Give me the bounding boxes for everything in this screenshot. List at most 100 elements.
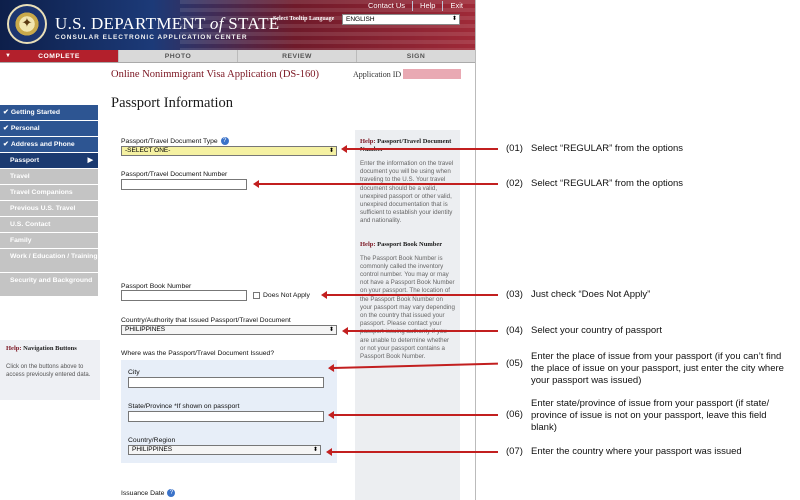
select-arrows-icon: ⬍ — [328, 327, 334, 333]
application-bar: Online Nonimmigrant Visa Application (DS… — [100, 64, 475, 84]
sidebar-item-label: Passport — [10, 157, 40, 164]
annotation-number-02: (02) — [506, 178, 523, 189]
country-label: Country/Authority that Issued Passport/T… — [121, 317, 291, 324]
sidebar-item-label: Security and Background — [10, 277, 93, 284]
annotation-arrow-02 — [253, 180, 498, 187]
does-not-apply-checkbox[interactable] — [253, 292, 260, 299]
book-number-label: Passport Book Number — [121, 283, 192, 290]
title-part1: U.S. DEPARTMENT — [55, 14, 210, 33]
sidebar-item-label: U.S. Contact — [10, 221, 51, 228]
eagle-icon: ✦ — [21, 15, 33, 30]
help-prefix: Help: — [360, 240, 376, 248]
progress-tabs: COMPLETE PHOTO REVIEW SIGN — [0, 50, 475, 63]
page-title: Passport Information — [111, 95, 234, 111]
select-arrows-icon: ⬍ — [328, 148, 334, 154]
annotation-arrow-03 — [321, 291, 498, 298]
doc-type-select[interactable]: -SELECT ONE- ⬍ — [121, 146, 337, 156]
select-arrows-icon: ⬍ — [312, 447, 318, 453]
annotation-text-06: Enter state/province of issue from your … — [531, 398, 770, 433]
annotation-arrow-07 — [326, 448, 498, 455]
doc-type-label-text: Passport/Travel Document Type — [121, 138, 218, 145]
language-select[interactable]: ENGLISH ⬍ — [342, 14, 460, 25]
sidebar-item-travel[interactable]: Travel — [0, 169, 98, 185]
department-subtitle: CONSULAR ELECTRONIC APPLICATION CENTER — [55, 34, 248, 41]
exit-link[interactable]: Exit — [442, 1, 470, 11]
sidebar-item-getting-started[interactable]: ✔ Getting Started — [0, 105, 98, 121]
sidebar-item-security[interactable]: Security and Background — [0, 273, 98, 297]
annotation-arrow-04 — [342, 327, 498, 334]
help-prefix: Help: — [360, 138, 376, 145]
region-value: PHILIPPINES — [132, 446, 173, 453]
sidebar-item-label: Address and Phone — [10, 141, 75, 148]
help-icon[interactable]: ? — [220, 137, 229, 145]
issuance-date-label: Issuance Date? — [121, 489, 176, 497]
help-title-book-number: Help: Passport Book Number — [360, 241, 455, 249]
site-header: ✦ U.S. DEPARTMENT of STATE CONSULAR ELEC… — [0, 0, 475, 50]
region-label: Country/Region — [128, 437, 176, 444]
tab-review[interactable]: REVIEW — [238, 50, 357, 62]
annotation-arrow-01 — [341, 145, 498, 152]
application-id-label: Application ID — [353, 70, 402, 79]
sidebar-item-label: Travel Companions — [10, 189, 73, 196]
application-title: Online Nonimmigrant Visa Application (DS… — [111, 69, 319, 80]
help-panel: Help: Passport/Travel Document Number En… — [355, 130, 460, 500]
tab-sign[interactable]: SIGN — [357, 50, 475, 62]
help-title-text: Navigation Buttons — [23, 345, 77, 352]
help-text-book-number: The Passport Book Number is commonly cal… — [360, 254, 455, 361]
doc-type-label: Passport/Travel Document Type? — [121, 137, 229, 145]
book-number-input[interactable] — [121, 290, 247, 301]
help-prefix: Help: — [6, 345, 22, 352]
annotation-number-05: (05) — [506, 358, 523, 369]
contact-us-link[interactable]: Contact Us — [361, 1, 412, 11]
sidebar-item-label: Previous U.S. Travel — [10, 205, 76, 212]
chevron-right-icon: ▶ — [87, 157, 93, 164]
doc-type-value: -SELECT ONE- — [125, 147, 171, 154]
state-label: State/Province *If shown on passport — [128, 403, 240, 410]
sidebar-item-us-contact[interactable]: U.S. Contact — [0, 217, 98, 233]
tab-complete[interactable]: COMPLETE — [0, 50, 119, 63]
sidebar-item-label: Getting Started — [10, 109, 60, 116]
doc-number-input[interactable] — [121, 179, 247, 190]
sidebar-item-personal[interactable]: ✔ Personal — [0, 121, 98, 137]
region-select[interactable]: PHILIPPINES ⬍ — [128, 445, 321, 455]
language-value: ENGLISH — [346, 16, 375, 23]
issuance-date-label-text: Issuance Date — [121, 490, 165, 497]
annotation-text-03: Just check “Does Not Apply” — [531, 289, 651, 300]
city-label: City — [128, 369, 140, 376]
sidebar-item-travel-companions[interactable]: Travel Companions — [0, 185, 98, 201]
help-link[interactable]: Help — [412, 1, 442, 11]
sidebar-item-passport[interactable]: Passport ▶ — [0, 153, 98, 169]
annotation-text-05: Enter the place of issue from your passp… — [531, 351, 784, 386]
annotation-arrow-06 — [328, 411, 498, 418]
top-links: Contact Us Help Exit — [361, 1, 470, 11]
title-part2: STATE — [223, 14, 280, 33]
sidebar-item-work-education[interactable]: Work / Education / Training — [0, 249, 98, 273]
help-title-text: Passport Book Number — [377, 240, 443, 248]
check-icon: ✔ — [3, 125, 9, 132]
sidebar-item-previous-travel[interactable]: Previous U.S. Travel — [0, 201, 98, 217]
country-select[interactable]: PHILIPPINES ⬍ — [121, 325, 337, 335]
application-id-redacted — [403, 69, 461, 79]
annotation-text-04: Select your country of passport — [531, 325, 662, 336]
city-input[interactable] — [128, 377, 324, 388]
help-title-doc-number: Help: Passport/Travel Document Number — [360, 138, 455, 154]
state-input[interactable] — [128, 411, 324, 422]
help-icon[interactable]: ? — [167, 489, 176, 497]
sidebar-item-family[interactable]: Family — [0, 233, 98, 249]
tab-photo[interactable]: PHOTO — [119, 50, 238, 62]
check-icon: ✔ — [3, 141, 9, 148]
annotation-text-01: Select “REGULAR” from the options — [531, 143, 684, 154]
select-arrows-icon: ⬍ — [451, 16, 457, 22]
annotation-number-07: (07) — [506, 446, 523, 457]
help-text-doc-number: Enter the information on the travel docu… — [360, 160, 454, 225]
sidebar-item-label: Family — [10, 237, 32, 244]
ds160-window: ✦ U.S. DEPARTMENT of STATE CONSULAR ELEC… — [0, 0, 476, 500]
does-not-apply-label: Does Not Apply — [263, 292, 310, 299]
navigation-help-box: Help: Navigation Buttons Click on the bu… — [0, 340, 100, 400]
title-of: of — [209, 14, 224, 33]
issued-question: Where was the Passport/Travel Document I… — [121, 350, 275, 357]
annotation-number-06: (06) — [506, 409, 523, 420]
sidebar-item-address-phone[interactable]: ✔ Address and Phone — [0, 137, 98, 153]
check-icon: ✔ — [3, 109, 9, 116]
navigation-help-title: Help: Navigation Buttons — [6, 345, 94, 352]
